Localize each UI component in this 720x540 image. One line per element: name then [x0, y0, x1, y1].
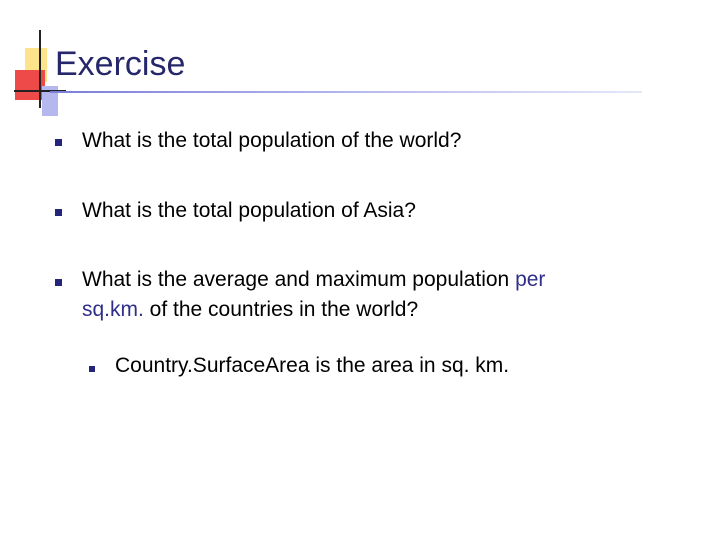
sub-bullet-item-1: Country.SurfaceArea is the area in sq. k… [115, 354, 510, 377]
bullet-item-1: What is the total population of the worl… [82, 129, 462, 152]
bullet-marker [55, 139, 62, 146]
bullet-item-3-rest: of the countries in the world? [143, 298, 419, 321]
bullet-item-3-text: What is the average and maximum populati… [82, 268, 516, 291]
sub-bullet-marker [89, 366, 95, 372]
highlight-sqkm: sq.km. [82, 298, 144, 321]
slide-title: Exercise [55, 45, 186, 83]
decor-vertical-line [39, 30, 41, 108]
highlight-per: per [515, 268, 546, 291]
title-underline [50, 91, 642, 93]
bullet-item-3: What is the average and maximum populati… [82, 265, 682, 325]
bullet-item-2: What is the total population of Asia? [82, 199, 416, 222]
bullet-marker [55, 279, 62, 286]
bullet-marker [55, 209, 62, 216]
